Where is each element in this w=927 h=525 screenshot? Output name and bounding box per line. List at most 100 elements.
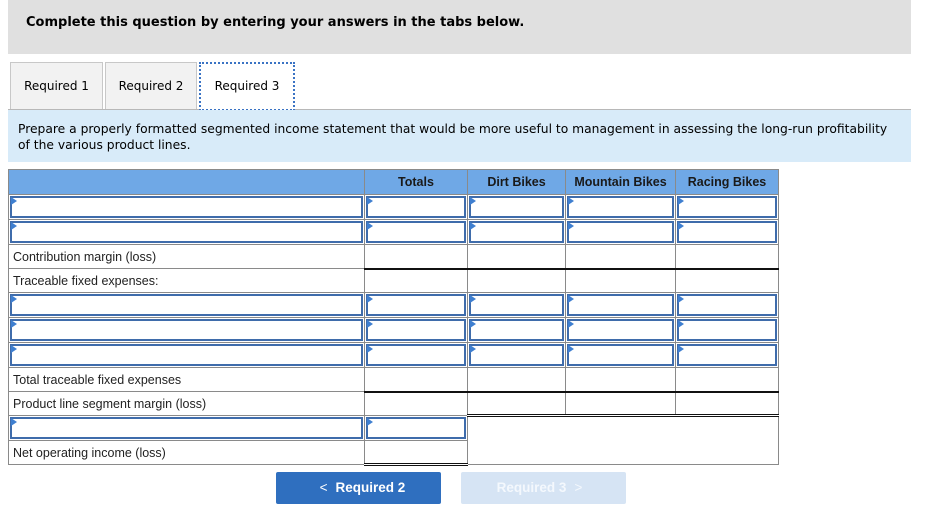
chevron-left-icon: < <box>319 480 328 495</box>
flag-icon <box>367 418 373 426</box>
flag-icon <box>367 295 373 303</box>
mountain-bikes-input[interactable] <box>569 198 672 216</box>
table-row <box>8 415 779 465</box>
row-label-traceable-fixed-expenses: Traceable fixed expenses: <box>8 268 365 293</box>
empty-area <box>467 415 779 465</box>
row-label-contribution-margin: Contribution margin (loss) <box>8 244 365 269</box>
instructions-header: Complete this question by entering your … <box>8 0 911 54</box>
row-label-dropdown[interactable] <box>10 344 363 366</box>
flag-icon <box>568 197 574 205</box>
flag-icon <box>470 222 476 230</box>
mountain-bikes-cell[interactable] <box>565 367 676 393</box>
racing-bikes-input[interactable] <box>679 198 775 216</box>
racing-bikes-input[interactable] <box>679 223 775 241</box>
table-row: Product line segment margin (loss) <box>8 391 779 417</box>
totals-input[interactable] <box>368 296 464 314</box>
mountain-bikes-input[interactable] <box>569 296 672 314</box>
flag-icon <box>678 320 684 328</box>
dropdown-flag-icon <box>11 295 17 303</box>
flag-icon <box>367 197 373 205</box>
dirt-bikes-cell <box>467 268 566 293</box>
totals-input[interactable] <box>368 419 464 437</box>
flag-icon <box>470 295 476 303</box>
row-label-dropdown[interactable] <box>10 294 363 316</box>
dirt-bikes-input[interactable] <box>471 198 562 216</box>
row-label-input[interactable] <box>12 321 361 339</box>
flag-icon <box>367 345 373 353</box>
dirt-bikes-input[interactable] <box>471 296 562 314</box>
column-header-dirt-bikes: Dirt Bikes <box>467 169 566 195</box>
totals-cell[interactable] <box>364 367 468 393</box>
racing-bikes-input[interactable] <box>679 321 775 339</box>
totals-cell[interactable] <box>364 391 468 416</box>
mountain-bikes-cell[interactable] <box>565 244 676 270</box>
row-label-dropdown[interactable] <box>10 196 363 218</box>
table-row <box>8 292 779 318</box>
dirt-bikes-cell[interactable] <box>467 367 566 393</box>
dirt-bikes-input[interactable] <box>471 321 562 339</box>
tab-required-3[interactable]: Required 3 <box>199 62 295 111</box>
totals-cell <box>364 268 468 293</box>
row-label-input[interactable] <box>12 296 361 314</box>
row-label-dropdown[interactable] <box>10 221 363 243</box>
dropdown-flag-icon <box>11 320 17 328</box>
segmented-income-statement: Totals Dirt Bikes Mountain Bikes Racing … <box>8 169 779 466</box>
flag-icon <box>470 197 476 205</box>
flag-icon <box>568 320 574 328</box>
table-header-row: Totals Dirt Bikes Mountain Bikes Racing … <box>8 169 779 195</box>
flag-icon <box>678 345 684 353</box>
mountain-bikes-cell <box>565 268 676 293</box>
totals-input[interactable] <box>368 321 464 339</box>
row-label-product-line-segment-margin: Product line segment margin (loss) <box>8 391 365 416</box>
flag-icon <box>367 222 373 230</box>
dirt-bikes-input[interactable] <box>471 223 562 241</box>
previous-required-2-button[interactable]: < Required 2 <box>276 472 441 504</box>
racing-bikes-cell[interactable] <box>675 367 779 393</box>
mountain-bikes-input[interactable] <box>569 346 672 364</box>
racing-bikes-cell[interactable] <box>675 391 779 417</box>
row-label-dropdown[interactable] <box>10 319 363 341</box>
flag-icon <box>367 320 373 328</box>
header-title: Complete this question by entering your … <box>26 15 525 30</box>
flag-icon <box>568 295 574 303</box>
dropdown-flag-icon <box>11 197 17 205</box>
table-row: Traceable fixed expenses: <box>8 268 779 293</box>
mountain-bikes-cell[interactable] <box>565 391 676 417</box>
flag-icon <box>470 345 476 353</box>
flag-icon <box>568 222 574 230</box>
column-header-totals: Totals <box>364 169 468 195</box>
prev-button-label: Required 2 <box>335 480 406 495</box>
dropdown-flag-icon <box>11 222 17 230</box>
table-row <box>8 194 779 220</box>
totals-cell[interactable] <box>364 440 468 466</box>
totals-input[interactable] <box>368 198 464 216</box>
flag-icon <box>568 345 574 353</box>
question-instruction: Prepare a properly formatted segmented i… <box>8 110 911 162</box>
next-required-3-button[interactable]: Required 3 > <box>461 472 626 504</box>
dropdown-flag-icon <box>11 418 17 426</box>
table-row: Contribution margin (loss) <box>8 244 779 270</box>
chevron-right-icon: > <box>574 480 583 495</box>
row-label-input[interactable] <box>12 346 361 364</box>
row-label-net-operating-income: Net operating income (loss) <box>8 440 365 465</box>
mountain-bikes-input[interactable] <box>569 321 672 339</box>
dirt-bikes-cell[interactable] <box>467 244 566 270</box>
dirt-bikes-input[interactable] <box>471 346 562 364</box>
tab-required-2[interactable]: Required 2 <box>105 62 197 109</box>
row-label-input[interactable] <box>12 223 361 241</box>
totals-input[interactable] <box>368 346 464 364</box>
tab-required-1[interactable]: Required 1 <box>10 62 103 109</box>
column-header-racing-bikes: Racing Bikes <box>675 169 779 195</box>
mountain-bikes-input[interactable] <box>569 223 672 241</box>
totals-input[interactable] <box>368 223 464 241</box>
flag-icon <box>470 320 476 328</box>
row-label-dropdown[interactable] <box>10 417 363 439</box>
racing-bikes-input[interactable] <box>679 296 775 314</box>
row-label-input[interactable] <box>12 419 361 437</box>
totals-cell[interactable] <box>364 244 468 270</box>
row-label-input[interactable] <box>12 198 361 216</box>
flag-icon <box>678 222 684 230</box>
racing-bikes-cell[interactable] <box>675 244 779 270</box>
racing-bikes-input[interactable] <box>679 346 775 364</box>
dirt-bikes-cell[interactable] <box>467 391 566 417</box>
